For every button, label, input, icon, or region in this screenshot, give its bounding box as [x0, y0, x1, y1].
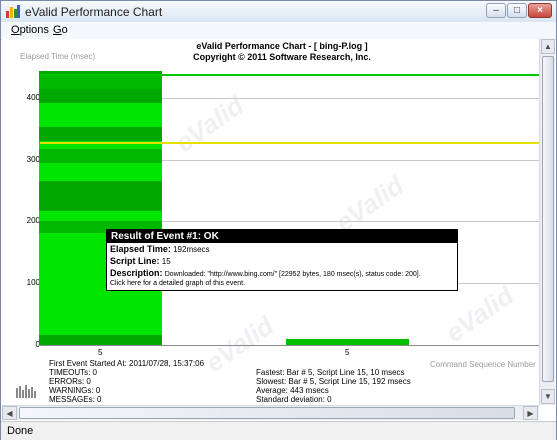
fastest-stat: Fastest: Bar # 5, Script Line 15, 10 mse…	[256, 368, 405, 377]
stddev-stat: Standard deviation: 0	[256, 395, 332, 404]
slowest-stat: Slowest: Bar # 5, Script Line 15, 192 ms…	[256, 377, 411, 386]
timeouts-count: TIMEOUTs: 0	[49, 368, 98, 377]
messages-count: MESSAGEs: 0	[49, 395, 102, 404]
warnings-count: WARNINGs: 0	[49, 386, 101, 395]
chart-title-line2: Copyright © 2011 Software Research, Inc.	[193, 52, 371, 62]
popup-description-label: Description:	[110, 268, 163, 278]
window-title: eValid Performance Chart	[25, 5, 163, 19]
bar-segment	[39, 335, 162, 345]
status-text: Done	[7, 425, 34, 437]
y-tick-label: 0	[35, 340, 40, 349]
y-axis-label: Elapsed Time (msec)	[20, 52, 96, 61]
popup-script-row: Script Line: 15	[110, 256, 171, 266]
average-time-line	[40, 142, 539, 144]
popup-description-row: Description: Downloaded: "http://www.bin…	[110, 268, 421, 278]
menu-bar: Options Go	[1, 22, 556, 40]
bar-event-2[interactable]	[286, 339, 409, 345]
menu-options-accel: O	[11, 24, 20, 36]
menu-go-rest: o	[61, 24, 68, 36]
chart-title: eValid Performance Chart - [ bing-P.log …	[152, 41, 412, 63]
bar-segment	[39, 75, 162, 89]
popup-header: Result of Event #1: OK	[107, 230, 457, 243]
popup-elapsed-value: 192msecs	[173, 245, 210, 254]
scroll-left-button[interactable]: ◀	[2, 406, 17, 420]
bar-chart-icon	[6, 5, 20, 18]
errors-count: ERRORs: 0	[49, 377, 91, 386]
popup-elapsed-row: Elapsed Time: 192msecs	[110, 244, 210, 254]
bar-event-1[interactable]	[39, 71, 162, 345]
scroll-right-button[interactable]: ▶	[523, 406, 538, 420]
y-tick-label: 200	[26, 216, 40, 225]
popup-script-value: 15	[161, 257, 171, 266]
y-tick-label: 300	[26, 155, 40, 164]
title-bar[interactable]: eValid Performance Chart – □ ×	[1, 1, 556, 23]
menu-go-accel: G	[53, 24, 62, 36]
bar-segment	[39, 127, 162, 141]
horizontal-scroll-thumb[interactable]	[19, 407, 515, 419]
x-axis-label: Command Sequence Number	[430, 360, 536, 369]
average-stat: Average: 443 msecs	[256, 386, 329, 395]
bar-segment	[39, 149, 162, 163]
popup-detail-link[interactable]: Click here for a detailed graph of this …	[110, 280, 245, 287]
x-axis-line	[40, 345, 539, 346]
close-button[interactable]: ×	[528, 3, 552, 18]
vertical-scroll-thumb[interactable]	[542, 56, 554, 382]
chart-area: eValid eValid eValid eValid eValid Perfo…	[2, 39, 539, 405]
horizontal-scrollbar[interactable]: ◀ ▶	[2, 405, 539, 420]
scroll-down-button[interactable]: ▼	[541, 389, 555, 404]
menu-options[interactable]: Options	[11, 24, 49, 36]
event-result-popup[interactable]: Result of Event #1: OK Elapsed Time: 192…	[106, 229, 458, 291]
mini-chart-icon[interactable]	[16, 384, 38, 398]
bar-segment	[39, 181, 162, 211]
minimize-button[interactable]: –	[486, 3, 506, 18]
first-event-time: First Event Started At: 2011/07/28, 15:3…	[49, 359, 205, 368]
popup-description-value: Downloaded: "http://www.bing.com/" [2295…	[164, 271, 421, 278]
app-window: eValid Performance Chart – □ × Options G…	[0, 0, 557, 440]
y-tick-label: 400	[26, 93, 40, 102]
popup-script-label: Script Line:	[110, 256, 160, 266]
maximize-button[interactable]: □	[507, 3, 527, 18]
x-tick-label: 5	[345, 348, 350, 357]
y-tick-label: 100	[26, 278, 40, 287]
scroll-up-button[interactable]: ▲	[541, 39, 555, 54]
max-time-line	[40, 74, 539, 76]
menu-options-rest: ptions	[19, 24, 49, 36]
watermark: eValid	[169, 90, 250, 159]
status-bar: Done	[1, 421, 556, 440]
popup-elapsed-label: Elapsed Time:	[110, 244, 171, 254]
vertical-scrollbar[interactable]: ▲ ▼	[539, 39, 555, 405]
x-tick-label: 5	[98, 348, 103, 357]
chart-title-line1: eValid Performance Chart - [ bing-P.log …	[196, 41, 368, 51]
bar-segment	[39, 89, 162, 103]
menu-go[interactable]: Go	[53, 24, 68, 36]
